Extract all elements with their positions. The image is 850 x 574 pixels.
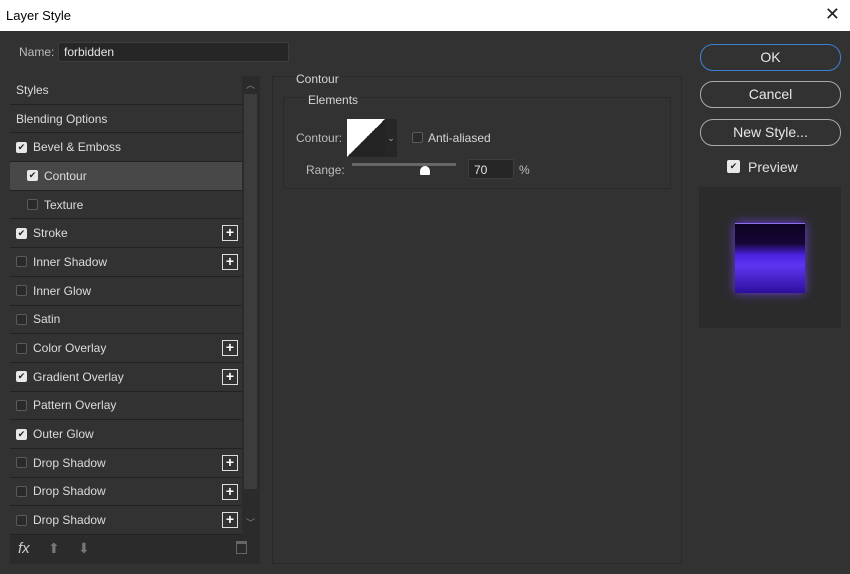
group-title: Elements	[306, 93, 361, 107]
move-up-icon[interactable]: ⬆	[48, 540, 60, 557]
style-item[interactable]: Pattern Overlay	[10, 391, 242, 421]
style-checkbox[interactable]	[16, 485, 27, 497]
style-label: Inner Glow	[33, 283, 92, 298]
preview-label: Preview	[748, 159, 798, 175]
contour-panel: Contour Elements Contour: ⌄ Anti-aliased…	[272, 72, 682, 564]
style-checkbox[interactable]	[16, 313, 27, 325]
style-label: Color Overlay	[33, 341, 107, 356]
contour-label: Contour:	[296, 131, 343, 145]
style-label: Drop Shadow	[33, 455, 106, 470]
name-label: Name:	[19, 45, 55, 59]
trash-icon[interactable]	[236, 541, 247, 554]
style-item[interactable]: ✔ Contour	[10, 162, 242, 191]
style-label: Stroke	[33, 226, 68, 241]
add-icon[interactable]: +	[222, 512, 238, 529]
style-checkbox[interactable]	[16, 256, 27, 268]
style-item[interactable]: ✔ Bevel & Emboss	[10, 133, 242, 163]
preview-checkbox[interactable]: ✔	[727, 160, 740, 173]
add-icon[interactable]: +	[222, 483, 238, 500]
name-input[interactable]: forbidden	[58, 42, 289, 62]
style-checkbox[interactable]: ✔	[27, 170, 38, 182]
style-label: Gradient Overlay	[33, 369, 124, 384]
style-item[interactable]: Inner Glow	[10, 276, 242, 306]
style-item[interactable]: ✔ Stroke +	[10, 219, 242, 249]
scroll-down-icon[interactable]: ﹀	[246, 516, 255, 529]
style-label: Outer Glow	[33, 427, 94, 442]
anti-aliased-label: Anti-aliased	[428, 131, 491, 145]
style-item[interactable]: Color Overlay +	[10, 334, 242, 363]
style-item[interactable]: Blending Options	[10, 104, 242, 134]
move-down-icon[interactable]: ⬇	[78, 540, 90, 557]
style-item[interactable]: Inner Shadow +	[10, 248, 242, 277]
style-label: Pattern Overlay	[33, 398, 117, 413]
preview-box	[699, 187, 841, 328]
anti-aliased-checkbox[interactable]	[412, 132, 423, 143]
styles-panel: Styles Blending Options ✔ Bevel & Emboss ✔ Co…	[10, 76, 260, 564]
add-icon[interactable]: +	[222, 368, 238, 385]
style-item[interactable]: ✔ Gradient Overlay +	[10, 362, 242, 392]
close-icon[interactable]: ✕	[825, 4, 840, 25]
add-icon[interactable]: +	[222, 340, 238, 357]
section-title: Contour	[294, 72, 341, 86]
style-checkbox[interactable]	[16, 457, 27, 469]
range-input[interactable]: 70	[468, 159, 514, 179]
range-label: Range:	[306, 163, 345, 177]
style-item[interactable]: Drop Shadow +	[10, 506, 242, 535]
style-checkbox[interactable]: ✔	[16, 428, 27, 440]
style-label: Bevel & Emboss	[33, 140, 122, 155]
style-checkbox[interactable]	[16, 514, 27, 526]
style-label: Satin	[33, 312, 61, 327]
style-checkbox[interactable]	[16, 285, 27, 297]
style-label: Drop Shadow	[33, 513, 106, 528]
ok-button[interactable]: OK	[700, 44, 841, 71]
scrollbar-thumb[interactable]	[244, 94, 257, 489]
style-checkbox[interactable]	[16, 399, 27, 411]
style-item[interactable]: Texture	[10, 190, 242, 220]
style-item[interactable]: Drop Shadow +	[10, 477, 242, 507]
cancel-button[interactable]: Cancel	[700, 81, 841, 108]
range-slider[interactable]	[352, 163, 456, 175]
contour-dropdown-icon[interactable]: ⌄	[385, 119, 397, 157]
window-title: Layer Style	[6, 8, 72, 23]
style-item[interactable]: ✔ Outer Glow	[10, 420, 242, 449]
style-label: Drop Shadow	[33, 484, 106, 499]
style-label: Contour	[44, 168, 87, 183]
style-label: Blending Options	[16, 111, 108, 126]
add-icon[interactable]: +	[222, 225, 238, 242]
contour-preview[interactable]	[347, 119, 385, 157]
style-checkbox[interactable]: ✔	[16, 371, 27, 383]
style-item[interactable]: Drop Shadow +	[10, 448, 242, 478]
range-unit: %	[519, 163, 530, 177]
style-item[interactable]: Styles	[10, 76, 242, 105]
add-icon[interactable]: +	[222, 254, 238, 271]
preview-swatch	[735, 223, 805, 293]
style-checkbox[interactable]: ✔	[16, 227, 27, 239]
style-checkbox[interactable]	[27, 199, 38, 211]
style-label: Styles	[16, 82, 49, 97]
title-bar: Layer Style ✕	[0, 0, 850, 31]
fx-button[interactable]: fx	[18, 540, 30, 557]
new-style-button[interactable]: New Style...	[700, 119, 841, 146]
range-slider-thumb[interactable]	[419, 166, 430, 175]
scrollbar[interactable]: ︿ ﹀	[243, 76, 258, 531]
style-item[interactable]: Satin	[10, 305, 242, 335]
style-label: Inner Shadow	[33, 254, 108, 269]
scroll-up-icon[interactable]: ︿	[246, 78, 255, 91]
elements-group: Elements Contour: ⌄ Anti-aliased Range: …	[283, 93, 671, 189]
styles-footer: fx ⬆ ⬇	[10, 536, 260, 564]
style-label: Texture	[44, 197, 84, 212]
styles-list: Styles Blending Options ✔ Bevel & Emboss ✔ Co…	[10, 76, 242, 535]
add-icon[interactable]: +	[222, 454, 238, 471]
style-checkbox[interactable]	[16, 342, 27, 354]
style-checkbox[interactable]: ✔	[16, 141, 27, 153]
